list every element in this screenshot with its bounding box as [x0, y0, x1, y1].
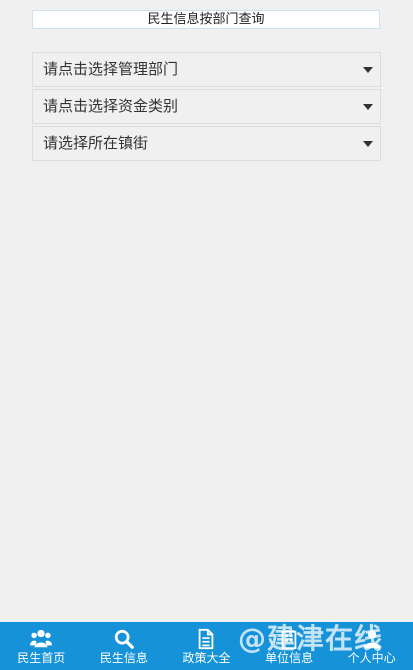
tab-unit-info[interactable]: 单位信息 — [248, 622, 331, 670]
search-icon — [114, 629, 134, 649]
tab-unit-info-label: 单位信息 — [265, 651, 314, 665]
fund-category-select[interactable]: 请点击选择资金类别 — [32, 89, 381, 124]
building-icon — [281, 630, 297, 650]
tab-personal-center[interactable]: 个人中心 — [330, 622, 413, 670]
town-street-select[interactable]: 请选择所在镇街 — [32, 126, 381, 161]
page-title[interactable]: 民生信息按部门查询 — [32, 10, 380, 29]
town-street-select-label: 请选择所在镇街 — [43, 134, 149, 152]
tab-personal-center-label: 个人中心 — [347, 651, 396, 665]
tab-livelihood-info-label: 民生信息 — [99, 651, 148, 665]
document-icon — [199, 628, 214, 650]
tab-policies-label: 政策大全 — [182, 651, 231, 665]
caret-down-icon — [363, 141, 373, 147]
department-select[interactable]: 请点击选择管理部门 — [32, 52, 381, 87]
fund-category-select-label: 请点击选择资金类别 — [43, 97, 179, 115]
bottom-tab-bar: 民生首页 民生信息 政策大全 单位信息 个人中心 — [0, 622, 413, 670]
users-icon — [30, 629, 53, 648]
caret-down-icon — [363, 104, 373, 110]
user-icon — [363, 630, 380, 649]
caret-down-icon — [363, 67, 373, 73]
tab-home-label: 民生首页 — [17, 651, 66, 665]
department-select-label: 请点击选择管理部门 — [43, 60, 179, 78]
tab-home[interactable]: 民生首页 — [0, 622, 83, 670]
tab-policies[interactable]: 政策大全 — [165, 622, 248, 670]
tab-livelihood-info[interactable]: 民生信息 — [83, 622, 166, 670]
